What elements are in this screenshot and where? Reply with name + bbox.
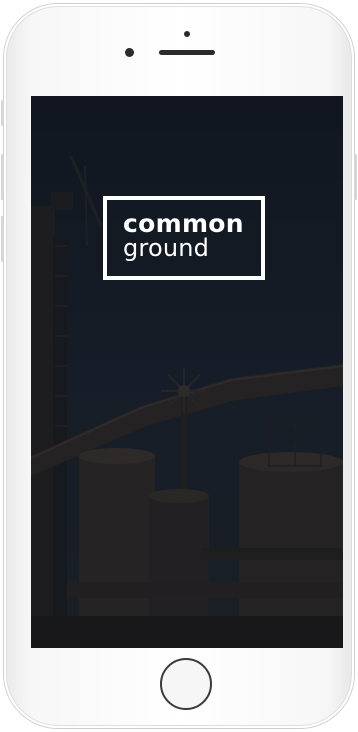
logo-text-ground: ground (123, 234, 210, 262)
splash-screen: common ground (31, 96, 343, 648)
earpiece-speaker-icon (159, 50, 215, 55)
logo-text-common: common (123, 209, 244, 238)
front-camera-icon (125, 48, 134, 57)
mute-switch (1, 100, 4, 126)
phone-frame: common ground (1, 4, 357, 728)
proximity-sensor-icon (184, 31, 190, 37)
volume-down-button (1, 216, 4, 262)
home-button-icon[interactable] (160, 658, 212, 710)
app-logo: common ground (103, 196, 265, 280)
power-button (354, 154, 357, 200)
volume-up-button (1, 154, 4, 200)
industrial-background-image (31, 96, 343, 648)
